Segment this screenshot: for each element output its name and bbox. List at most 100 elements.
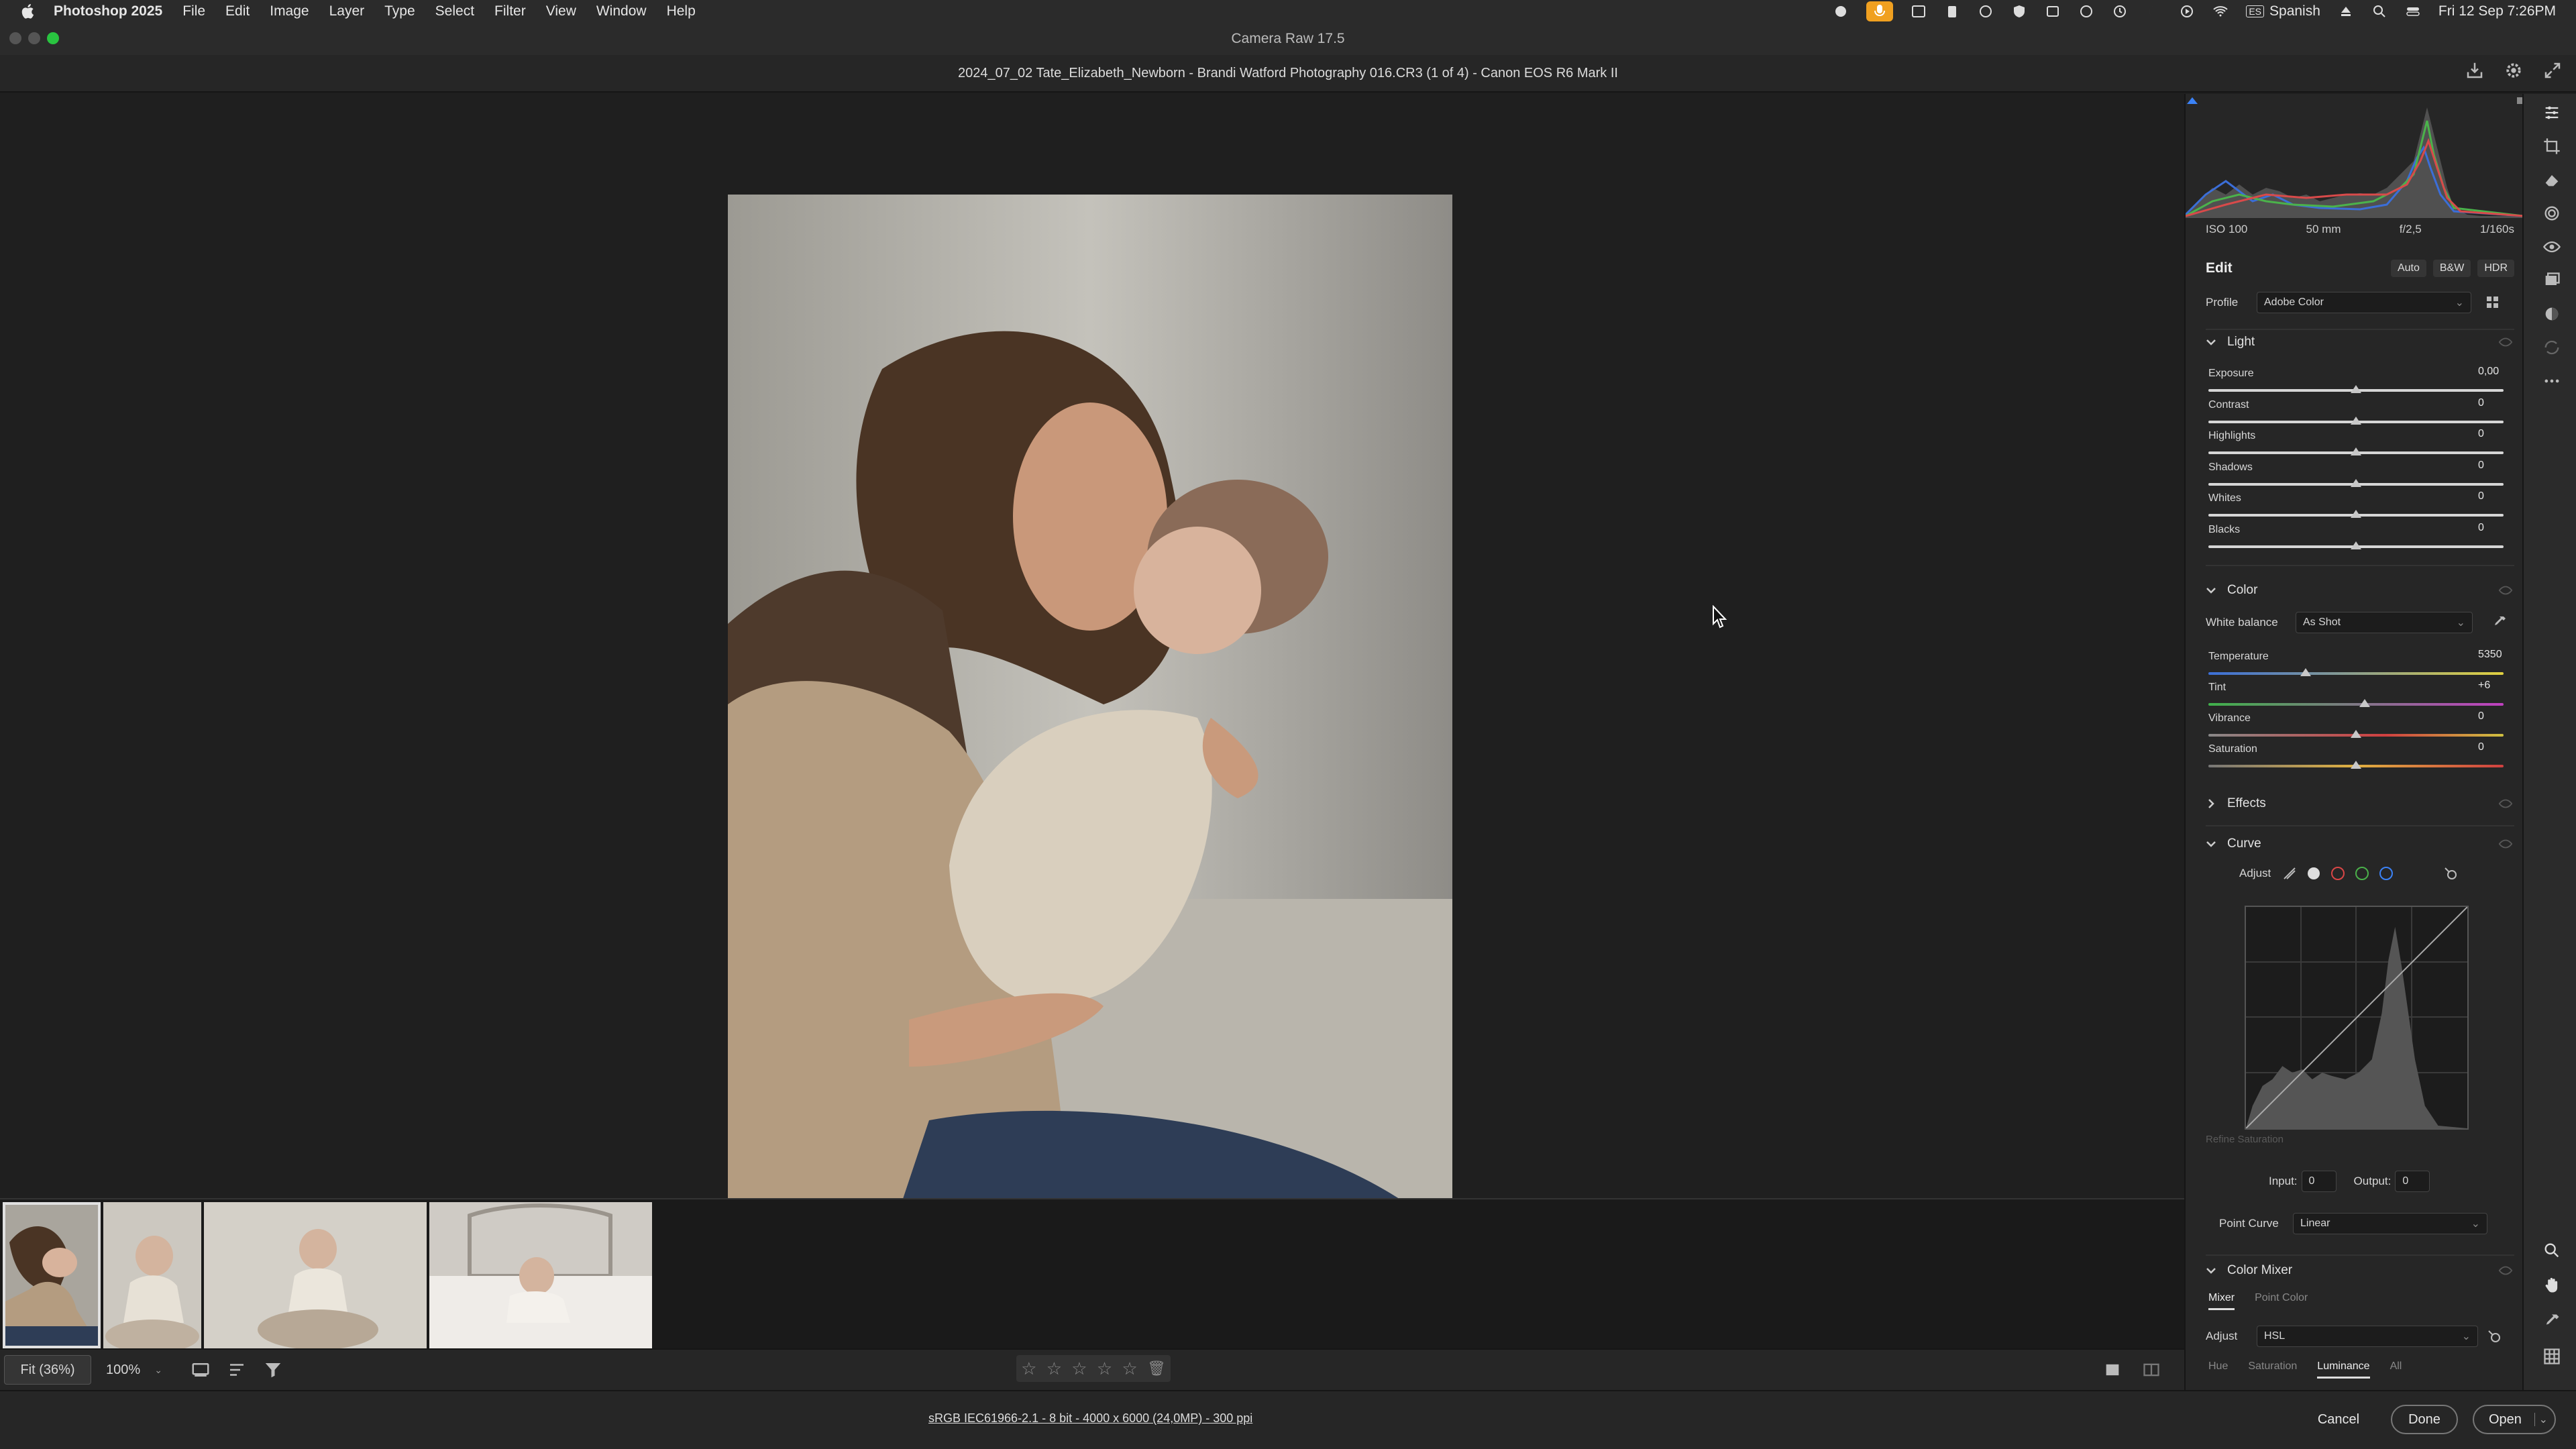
record-icon[interactable] — [1833, 3, 1849, 19]
eye-icon[interactable] — [2498, 335, 2513, 350]
save-image-icon[interactable] — [2465, 60, 2485, 80]
fullscreen-icon[interactable] — [2542, 60, 2563, 80]
done-button[interactable]: Done — [2391, 1405, 2458, 1434]
window-icon[interactable] — [2045, 3, 2061, 19]
menubar-clock[interactable]: Fri 12 Sep 7:26PM — [2438, 3, 2556, 19]
play-icon[interactable] — [2179, 3, 2195, 19]
workflow-options-link[interactable]: sRGB IEC61966-2.1 - 8 bit - 4000 x 6000 … — [928, 1411, 1252, 1426]
fit-zoom-button[interactable]: Fit (36%) — [4, 1355, 91, 1385]
settings-gear-icon[interactable] — [2504, 60, 2524, 80]
masking-icon[interactable] — [2542, 204, 2561, 223]
clipboard-icon[interactable] — [1944, 3, 1960, 19]
spotlight-search-icon[interactable] — [2371, 3, 2387, 19]
slider-value-field[interactable]: 0 — [2474, 522, 2514, 539]
red-eye-icon[interactable] — [2542, 237, 2561, 256]
crop-icon[interactable] — [2542, 137, 2561, 156]
maximize-window-button[interactable] — [47, 32, 59, 44]
slider-track[interactable] — [2208, 703, 2504, 706]
menu-select[interactable]: Select — [435, 3, 474, 19]
eye-icon[interactable] — [2498, 583, 2513, 598]
filmstrip-thumb-1[interactable] — [3, 1202, 101, 1348]
bw-button[interactable]: B&W — [2432, 260, 2471, 277]
hand-tool-icon[interactable] — [2542, 1276, 2561, 1295]
presets-icon[interactable] — [2542, 305, 2561, 323]
slider-temperature[interactable]: Temperature 5350 — [2208, 649, 2514, 682]
menu-view[interactable]: View — [546, 3, 576, 19]
eraser-heal-icon[interactable] — [2542, 170, 2561, 189]
slider-thumb[interactable] — [2300, 668, 2312, 676]
mixer-adjust-select[interactable]: HSL ⌄ — [2257, 1326, 2478, 1347]
filmstrip-thumb-4[interactable] — [429, 1202, 652, 1348]
tab-mixer[interactable]: Mixer — [2208, 1292, 2235, 1310]
subtab-hue[interactable]: Hue — [2208, 1360, 2228, 1379]
close-window-button[interactable] — [9, 32, 21, 44]
auto-button[interactable]: Auto — [2390, 260, 2426, 277]
slider-value-field[interactable]: 0 — [2474, 460, 2514, 477]
output-field[interactable]: 0 — [2395, 1171, 2430, 1192]
microphone-icon[interactable] — [1866, 1, 1894, 21]
slider-tint[interactable]: Tint +6 — [2208, 680, 2514, 712]
wifi-icon[interactable] — [2212, 3, 2229, 19]
single-view-icon[interactable] — [2103, 1360, 2122, 1379]
filmstrip-view-icon[interactable] — [191, 1360, 211, 1380]
slider-thumb[interactable] — [2351, 541, 2361, 549]
open-button[interactable]: Open ⌄ — [2473, 1405, 2556, 1434]
sort-icon[interactable] — [227, 1360, 247, 1380]
point-curve-red-icon[interactable] — [2330, 865, 2346, 881]
before-after-view-icon[interactable] — [2142, 1360, 2161, 1379]
input-field[interactable]: 0 — [2301, 1171, 2337, 1192]
shield-icon[interactable] — [2011, 3, 2027, 19]
slider-value-field[interactable]: 0 — [2474, 710, 2514, 728]
eyedropper-icon[interactable] — [2491, 614, 2508, 631]
apple-menu-icon[interactable] — [19, 2, 38, 21]
profile-select[interactable]: Adobe Color ⌄ — [2257, 292, 2471, 313]
star-icon[interactable]: ☆ — [1122, 1358, 1137, 1379]
menu-layer[interactable]: Layer — [329, 3, 365, 19]
star-icon[interactable]: ☆ — [1071, 1358, 1087, 1379]
slider-saturation[interactable]: Saturation 0 — [2208, 741, 2514, 774]
minimize-window-button[interactable] — [28, 32, 40, 44]
cancel-button[interactable]: Cancel — [2300, 1405, 2377, 1434]
slider-blacks[interactable]: Blacks 0 — [2208, 522, 2514, 555]
star-rating[interactable]: ☆ ☆ ☆ ☆ ☆ 🗑 — [1016, 1355, 1171, 1382]
curve-section-header[interactable]: Curve — [2204, 832, 2513, 856]
color-section-header[interactable]: Color — [2204, 578, 2513, 602]
zoom-level-select[interactable]: 100% ⌄ — [101, 1355, 168, 1385]
profile-browser-icon[interactable] — [2485, 294, 2501, 311]
white-balance-select[interactable]: As Shot ⌄ — [2296, 612, 2473, 633]
slider-value-field[interactable]: 0 — [2474, 397, 2514, 415]
vpn-icon[interactable] — [2078, 3, 2094, 19]
subtab-all[interactable]: All — [2390, 1360, 2402, 1379]
star-icon[interactable]: ☆ — [1097, 1358, 1112, 1379]
eye-icon[interactable] — [2498, 837, 2513, 851]
zoom-tool-icon[interactable] — [2542, 1241, 2561, 1260]
point-curve-select[interactable]: Linear ⌄ — [2293, 1213, 2487, 1234]
point-curve-white-icon[interactable] — [2306, 865, 2322, 881]
cloud-icon[interactable] — [1978, 3, 1994, 19]
menu-type[interactable]: Type — [384, 3, 415, 19]
slider-track[interactable] — [2208, 672, 2504, 675]
tab-point-color[interactable]: Point Color — [2255, 1292, 2308, 1310]
targeted-adjustment-icon[interactable] — [2443, 865, 2459, 881]
menu-file[interactable]: File — [182, 3, 205, 19]
filmstrip-thumb-2[interactable] — [103, 1202, 201, 1348]
hdr-button[interactable]: HDR — [2477, 260, 2514, 277]
eject-icon[interactable] — [2338, 3, 2354, 19]
slider-thumb[interactable] — [2351, 478, 2361, 487]
point-curve-blue-icon[interactable] — [2378, 865, 2394, 881]
targeted-adjustment-icon[interactable] — [2486, 1328, 2502, 1344]
star-icon[interactable]: ☆ — [1021, 1358, 1036, 1379]
sync-icon[interactable] — [2542, 338, 2561, 357]
slider-vibrance[interactable]: Vibrance 0 — [2208, 710, 2514, 743]
slider-thumb[interactable] — [2351, 447, 2361, 455]
filter-icon[interactable] — [263, 1360, 283, 1380]
keyboard-icon[interactable] — [1911, 3, 1927, 19]
slider-thumb[interactable] — [2351, 510, 2361, 518]
slider-contrast[interactable]: Contrast 0 — [2208, 397, 2514, 430]
effects-section-header[interactable]: Effects — [2204, 792, 2513, 816]
menu-filter[interactable]: Filter — [494, 3, 526, 19]
app-name-menu[interactable]: Photoshop 2025 — [54, 3, 162, 19]
slider-exposure[interactable]: Exposure 0,00 — [2208, 366, 2514, 398]
chevron-down-icon[interactable]: ⌄ — [2534, 1413, 2548, 1426]
edit-sliders-icon[interactable] — [2542, 103, 2561, 122]
